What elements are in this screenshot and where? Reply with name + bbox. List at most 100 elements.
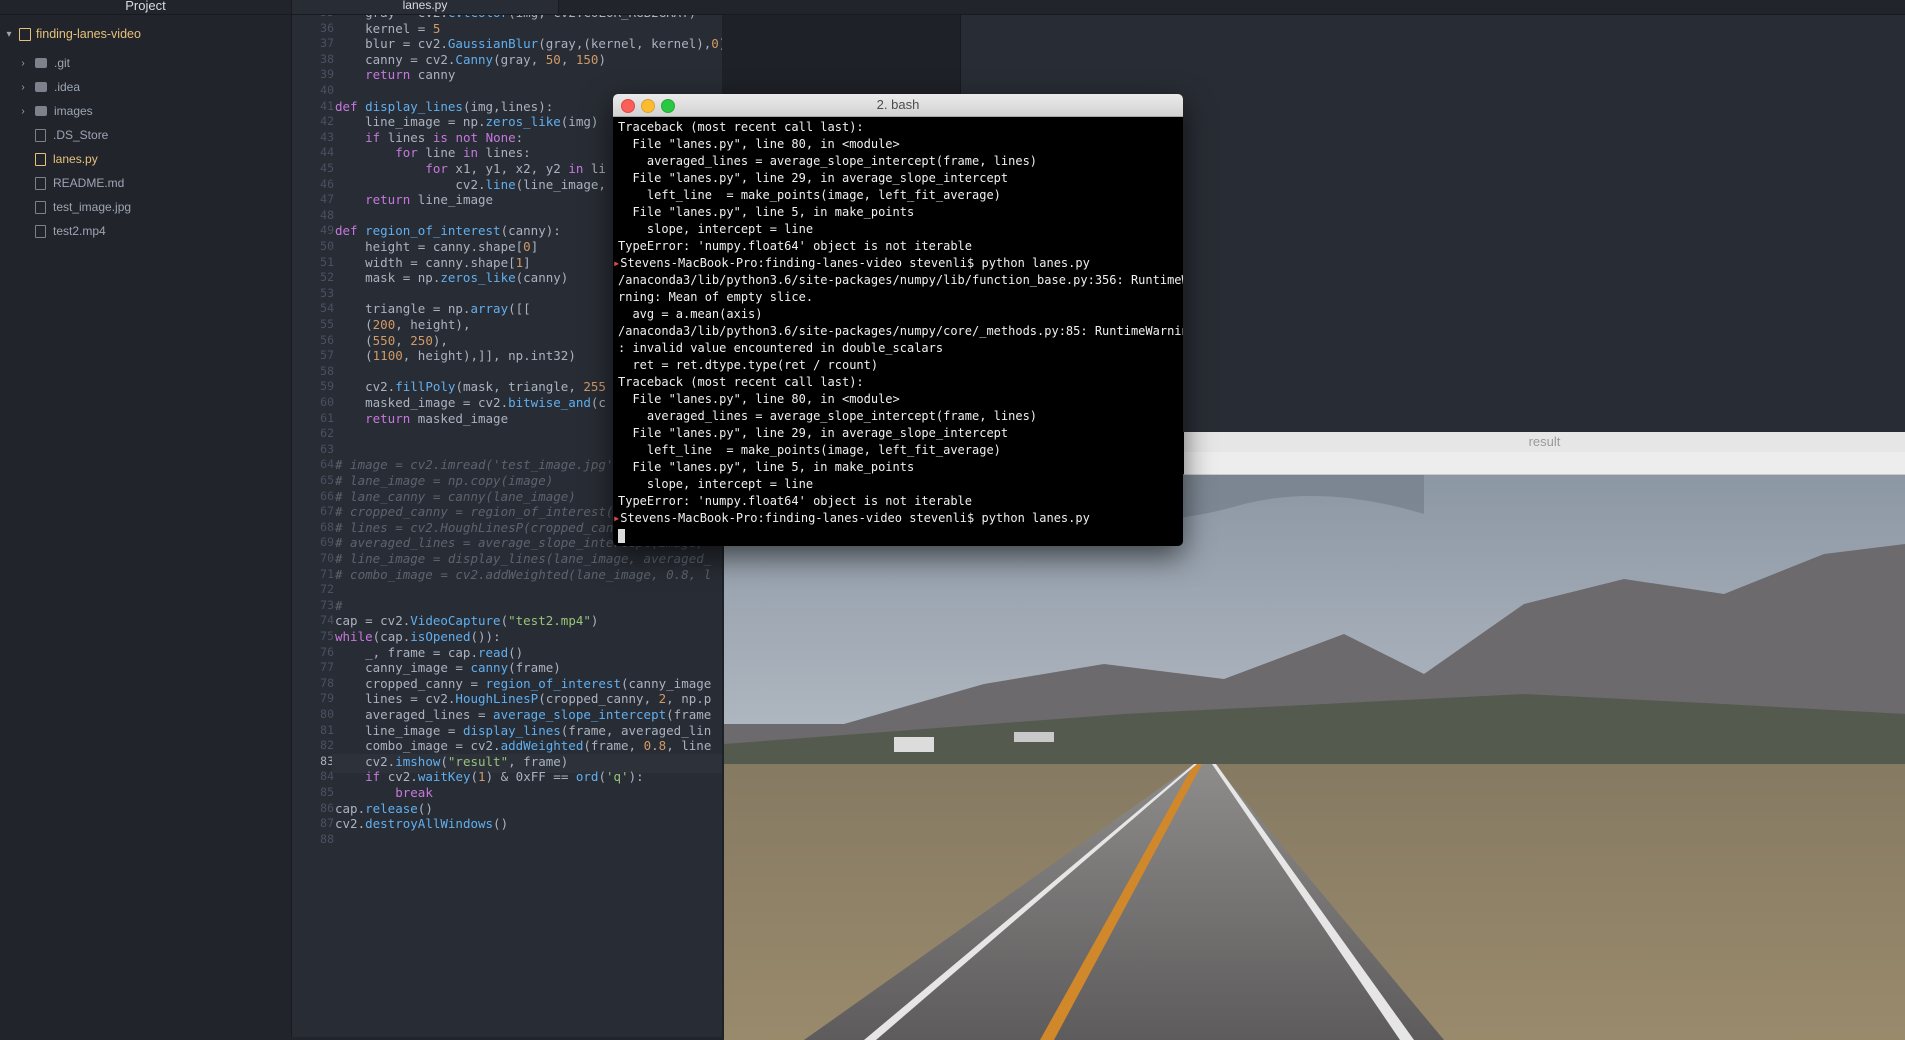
code-line[interactable]: return line_image xyxy=(335,192,493,208)
code-line[interactable]: if cv2.waitKey(1) & 0xFF == ord('q'): xyxy=(335,769,644,785)
code-line[interactable]: masked_image = cv2.bitwise_and(c xyxy=(335,395,606,411)
code-line[interactable]: # lane_image = np.copy(image) xyxy=(335,473,553,489)
tree-item-lanes-py[interactable]: lanes.py xyxy=(18,149,98,169)
code-line[interactable]: lines = cv2.HoughLinesP(cropped_canny, 2… xyxy=(335,691,711,707)
code-line[interactable]: line_image = np.zeros_like(img) xyxy=(335,114,598,130)
terminal-window[interactable]: 2. bash Traceback (most recent call last… xyxy=(613,94,1183,546)
code-line[interactable]: height = canny.shape[0] xyxy=(335,239,538,255)
line-number: 49 xyxy=(320,223,334,238)
code-line[interactable]: cap = cv2.VideoCapture("test2.mp4") xyxy=(335,613,598,629)
code-line[interactable]: canny = cv2.Canny(gray, 50, 150) xyxy=(335,52,606,68)
line-number: 74 xyxy=(320,613,334,628)
code-line[interactable]: cropped_canny = region_of_interest(canny… xyxy=(335,676,711,692)
tree-item-git[interactable]: › .git xyxy=(18,53,70,73)
code-line[interactable]: if lines is not None: xyxy=(335,130,523,146)
chevron-right-icon[interactable]: › xyxy=(18,106,28,117)
code-line[interactable]: return canny xyxy=(335,67,455,83)
tab-lanes-py[interactable]: lanes.py xyxy=(292,0,559,14)
result-window-titlebar[interactable]: result xyxy=(1184,432,1905,453)
line-number: 40 xyxy=(320,83,334,97)
terminal-line xyxy=(618,527,1178,544)
tree-item-test-image-jpg[interactable]: test_image.jpg xyxy=(18,197,131,217)
road-scene-image xyxy=(724,474,1905,1040)
line-number: 50 xyxy=(320,239,334,253)
minimize-icon[interactable] xyxy=(641,99,655,113)
tree-item-label: .DS_Store xyxy=(53,128,109,142)
code-line[interactable]: # xyxy=(335,598,343,614)
code-line[interactable]: cv2.imshow("result", frame) xyxy=(335,754,568,770)
folder-icon xyxy=(35,58,47,68)
project-root-folder[interactable]: ▾ finding-lanes-video xyxy=(4,27,141,41)
code-line[interactable]: cv2.line(line_image, xyxy=(335,177,606,193)
file-icon xyxy=(35,128,46,142)
chevron-down-icon[interactable]: ▾ xyxy=(4,29,14,40)
terminal-output[interactable]: Traceback (most recent call last): File … xyxy=(613,117,1183,546)
code-line[interactable]: while(cap.isOpened()): xyxy=(335,629,501,645)
code-line[interactable]: return masked_image xyxy=(335,411,508,427)
tree-item-idea[interactable]: › .idea xyxy=(18,77,80,97)
code-line[interactable]: canny_image = canny(frame) xyxy=(335,660,561,676)
code-line[interactable]: (550, 250), xyxy=(335,333,448,349)
project-root-label: finding-lanes-video xyxy=(36,27,141,41)
line-number: 58 xyxy=(320,363,334,378)
code-line[interactable]: break xyxy=(335,785,433,801)
code-line[interactable]: for x1, y1, x2, y2 in li xyxy=(335,161,606,177)
code-line[interactable]: combo_image = cv2.addWeighted(frame, 0.8… xyxy=(335,738,711,754)
code-line[interactable]: blur = cv2.GaussianBlur(gray,(kernel, ke… xyxy=(335,36,722,52)
tree-item-label: test_image.jpg xyxy=(53,200,132,214)
terminal-line: TypeError: 'numpy.float64' object is not… xyxy=(618,494,973,508)
terminal-line: slope, intercept = line xyxy=(618,222,814,236)
code-line[interactable]: mask = np.zeros_like(canny) xyxy=(335,270,568,286)
chevron-right-icon[interactable]: › xyxy=(18,82,28,93)
line-number: 46 xyxy=(320,176,334,191)
tree-item-test2-mp4[interactable]: test2.mp4 xyxy=(18,221,106,241)
code-line[interactable]: for line in lines: xyxy=(335,145,530,161)
line-number: 83 xyxy=(320,753,334,768)
code-line[interactable]: # line_image = display_lines(lane_image,… xyxy=(335,551,711,567)
terminal-line: left_line = make_points(image, left_fit_… xyxy=(618,443,1001,457)
line-number: 51 xyxy=(320,254,334,269)
code-line[interactable]: (1100, height),]], np.int32) xyxy=(335,348,576,364)
line-number: 67 xyxy=(320,504,334,519)
terminal-line: averaged_lines = average_slope_intercept… xyxy=(618,409,1038,423)
terminal-titlebar[interactable]: 2. bash xyxy=(613,94,1183,117)
code-line[interactable]: # lane_canny = canny(lane_image) xyxy=(335,489,576,505)
line-number: 65 xyxy=(320,473,334,487)
code-line[interactable]: width = canny.shape[1] xyxy=(335,255,531,271)
code-line[interactable]: # combo_image = cv2.addWeighted(lane_ima… xyxy=(335,567,711,583)
line-number: 72 xyxy=(320,582,334,597)
line-number: 78 xyxy=(320,675,334,690)
code-line[interactable]: _, frame = cap.read() xyxy=(335,645,523,661)
chevron-right-icon[interactable]: › xyxy=(18,58,28,69)
line-number: 80 xyxy=(320,707,334,721)
code-line[interactable]: line_image = display_lines(frame, averag… xyxy=(335,723,711,739)
line-number: 85 xyxy=(320,785,334,799)
line-number: 79 xyxy=(320,691,334,706)
code-line[interactable]: def display_lines(img,lines): xyxy=(335,99,553,115)
terminal-cursor xyxy=(618,528,625,543)
zoom-icon[interactable] xyxy=(661,99,675,113)
line-number: 71 xyxy=(320,566,334,581)
code-line[interactable]: cv2.fillPoly(mask, triangle, 255 xyxy=(335,379,606,395)
line-number: 73 xyxy=(320,597,334,612)
line-number: 62 xyxy=(320,426,334,441)
code-line[interactable]: cap.release() xyxy=(335,801,433,817)
code-line[interactable]: (200, height), xyxy=(335,317,470,333)
terminal-line: Traceback (most recent call last): xyxy=(618,375,864,389)
tree-item-ds-store[interactable]: .DS_Store xyxy=(18,125,108,145)
line-number: 86 xyxy=(320,800,334,815)
code-line[interactable]: triangle = np.array([[ xyxy=(335,301,531,317)
line-number: 44 xyxy=(320,145,334,160)
folder-icon xyxy=(35,82,47,92)
code-line[interactable]: # image = cv2.imread('test_image.jpg') xyxy=(335,457,621,473)
close-icon[interactable] xyxy=(621,99,635,113)
terminal-line: ▸Stevens-MacBook-Pro:finding-lanes-video… xyxy=(613,256,1090,270)
code-line[interactable]: def region_of_interest(canny): xyxy=(335,223,561,239)
tree-item-readme-md[interactable]: README.md xyxy=(18,173,124,193)
terminal-line: left_line = make_points(image, left_fit_… xyxy=(618,188,1001,202)
code-line[interactable]: kernel = 5 xyxy=(335,21,440,37)
project-sidebar: Project ▾ finding-lanes-video › .git › .ide… xyxy=(0,0,292,1040)
code-line[interactable]: cv2.destroyAllWindows() xyxy=(335,816,508,832)
tree-item-images[interactable]: › images xyxy=(18,101,92,121)
code-line[interactable]: averaged_lines = average_slope_intercept… xyxy=(335,707,711,723)
